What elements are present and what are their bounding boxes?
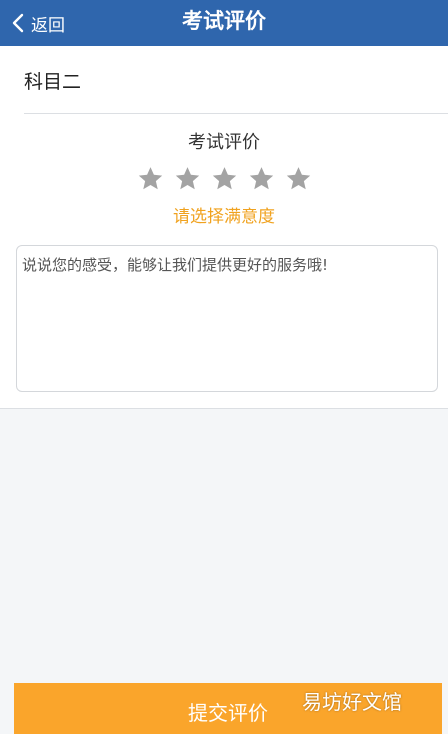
- comment-input[interactable]: [16, 245, 438, 392]
- star-icon[interactable]: [210, 165, 239, 193]
- star-icon[interactable]: [284, 165, 313, 193]
- divider: [24, 113, 448, 114]
- subject-name: 科目二: [24, 71, 82, 93]
- star-icon[interactable]: [136, 165, 165, 193]
- page-title: 考试评价: [182, 9, 266, 33]
- evaluation-form: 科目二 考试评价 请选择满意度: [0, 46, 448, 409]
- star-icon[interactable]: [247, 165, 276, 193]
- rating-title: 考试评价: [188, 132, 260, 153]
- star-icon[interactable]: [173, 165, 202, 193]
- rating-hint: 请选择满意度: [173, 207, 275, 227]
- app-header: 返回 考试评价: [0, 0, 448, 46]
- screen: 返回 考试评价 科目二 考试评价 请选择满意度 提交评: [0, 0, 448, 734]
- submit-button[interactable]: 提交评价: [14, 683, 442, 734]
- star-rating: [0, 165, 448, 193]
